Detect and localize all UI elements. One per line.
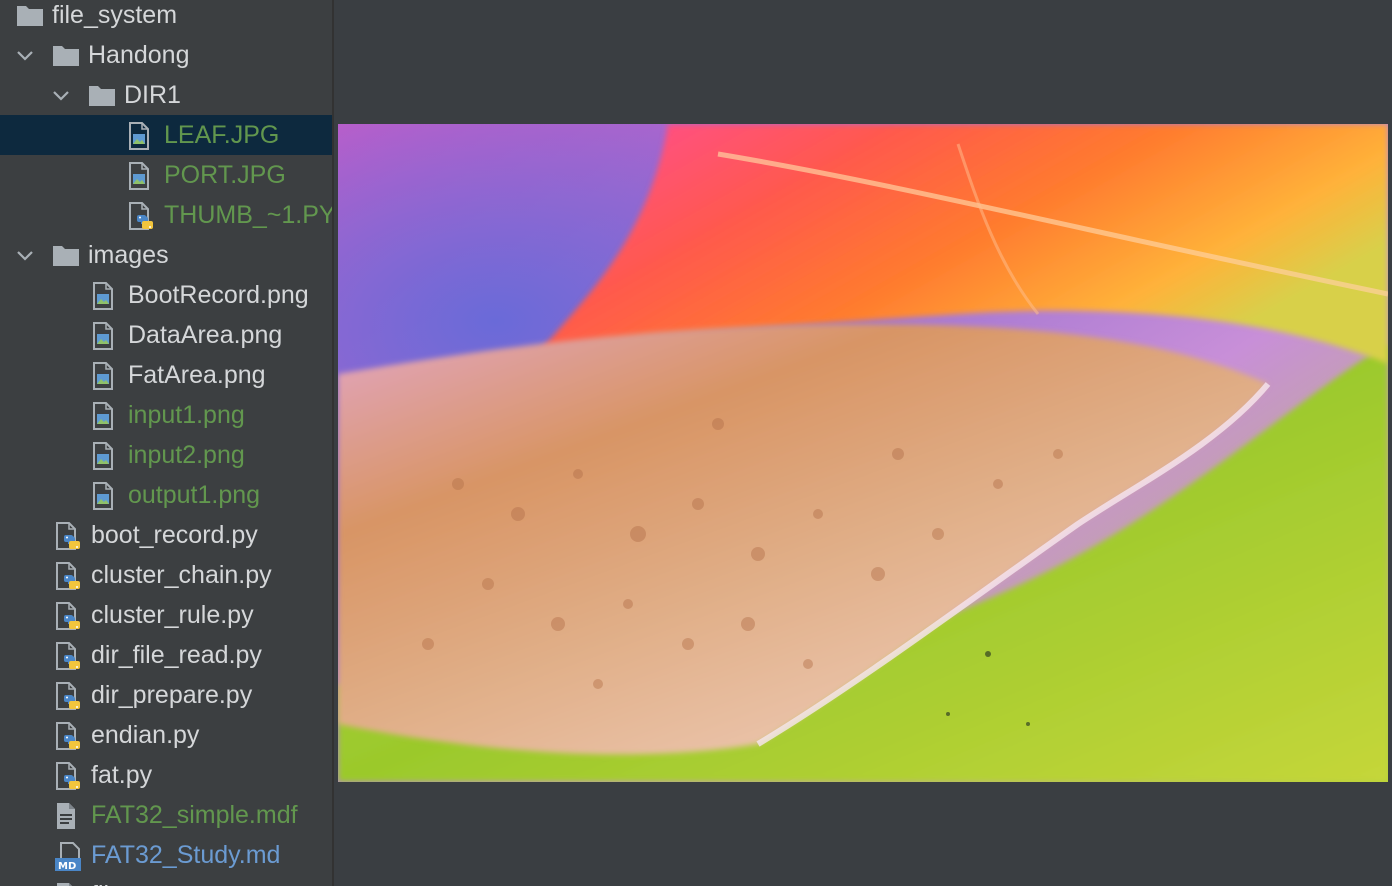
image-file-icon xyxy=(128,162,150,195)
tree-item-label: PORT.JPG xyxy=(164,161,286,189)
tree-item-label: dir_prepare.py xyxy=(91,681,253,709)
python-file-icon xyxy=(55,682,83,717)
image-file-icon xyxy=(92,282,114,315)
tree-item-cluster-chain-py[interactable]: cluster_chain.py xyxy=(0,555,332,595)
chevron-down-icon[interactable] xyxy=(16,47,34,65)
tree-item-cluster-rule-py[interactable]: cluster_rule.py xyxy=(0,595,332,635)
tree-item-label: output1.png xyxy=(128,481,261,509)
python-file-icon xyxy=(55,642,83,677)
folder-icon xyxy=(88,83,116,112)
tree-item-images[interactable]: images xyxy=(0,235,332,275)
tree-item-label: fil xyxy=(91,879,109,886)
tree-item-dir-file-read-py[interactable]: dir_file_read.py xyxy=(0,635,332,675)
tree-item-fat-py[interactable]: fat.py xyxy=(0,755,332,795)
tree-item-fat32-study-md[interactable]: MD FAT32_Study.md xyxy=(0,835,332,875)
tree-item-fatarea-png[interactable]: FatArea.png xyxy=(0,355,332,395)
python-file-icon xyxy=(55,722,83,757)
tree-item-label: file_system xyxy=(52,1,178,29)
leaf-photo xyxy=(338,124,1388,782)
tree-item-endian-py[interactable]: endian.py xyxy=(0,715,332,755)
project-tree-panel: file_system Handong DIR1 LEAF.JPG PORT.JPG TH… xyxy=(0,0,332,886)
tree-item-thumb-py[interactable]: THUMB_~1.PY xyxy=(0,195,332,235)
image-file-icon xyxy=(92,402,114,435)
tree-item-file_system[interactable]: file_system xyxy=(0,0,332,35)
python-file-icon xyxy=(55,762,83,797)
python-file-icon xyxy=(128,202,156,237)
tree-item-label: THUMB_~1.PY xyxy=(164,201,332,229)
tree-item-label: input2.png xyxy=(128,441,245,469)
image-file-icon xyxy=(128,122,150,155)
image-file-icon xyxy=(92,442,114,475)
tree-item-label: FAT32_Study.md xyxy=(91,841,281,869)
tree-item-label: endian.py xyxy=(91,721,200,749)
tree-item-label: LEAF.JPG xyxy=(164,121,280,149)
chevron-down-icon[interactable] xyxy=(52,87,70,105)
image-file-icon xyxy=(92,482,114,515)
python-file-icon xyxy=(55,522,83,557)
tree-item-label: cluster_rule.py xyxy=(91,601,254,629)
tree-item-label: input1.png xyxy=(128,401,245,429)
tree-item-output1-png[interactable]: output1.png xyxy=(0,475,332,515)
tree-item-fat32-simple-mdf[interactable]: FAT32_simple.mdf xyxy=(0,795,332,835)
svg-text:MD: MD xyxy=(58,861,76,872)
tree-item-dataarea-png[interactable]: DataArea.png xyxy=(0,315,332,355)
tree-item-label: boot_record.py xyxy=(91,521,258,549)
tree-item-input2-png[interactable]: input2.png xyxy=(0,435,332,475)
folder-icon xyxy=(16,3,44,32)
tree-item-dir1[interactable]: DIR1 xyxy=(0,75,332,115)
tree-item-label: images xyxy=(88,241,169,269)
tree-item-label: FatArea.png xyxy=(128,361,266,389)
markdown-file-icon: MD xyxy=(55,842,83,877)
tree-item-input1-png[interactable]: input1.png xyxy=(0,395,332,435)
chevron-down-icon[interactable] xyxy=(16,247,34,265)
python-file-icon xyxy=(55,602,83,637)
tree-item-cut-off-item[interactable]: fil xyxy=(0,875,332,886)
tree-item-handong[interactable]: Handong xyxy=(0,35,332,75)
tree-item-dir-prepare-py[interactable]: dir_prepare.py xyxy=(0,675,332,715)
tree-item-label: Handong xyxy=(88,41,190,69)
tree-item-label: dir_file_read.py xyxy=(91,641,262,669)
tree-item-label: DIR1 xyxy=(124,81,181,109)
folder-icon xyxy=(52,43,80,72)
tree-item-leaf-jpg[interactable]: LEAF.JPG xyxy=(0,115,332,155)
image-file-icon xyxy=(92,362,114,395)
text-file-icon xyxy=(55,802,77,835)
tree-item-port-jpg[interactable]: PORT.JPG xyxy=(0,155,332,195)
image-file-icon xyxy=(92,322,114,355)
tree-item-label: fat.py xyxy=(91,761,153,789)
tree-item-label: FAT32_simple.mdf xyxy=(91,801,298,829)
python-file-icon xyxy=(55,562,83,597)
folder-icon xyxy=(52,243,80,272)
text-file-icon xyxy=(55,882,77,886)
tree-item-label: BootRecord.png xyxy=(128,281,309,309)
tree-item-boot-record-py[interactable]: boot_record.py xyxy=(0,515,332,555)
tree-item-label: DataArea.png xyxy=(128,321,283,349)
tree-item-label: cluster_chain.py xyxy=(91,561,272,589)
image-preview xyxy=(338,124,1388,782)
tree-item-bootrecord-png[interactable]: BootRecord.png xyxy=(0,275,332,315)
